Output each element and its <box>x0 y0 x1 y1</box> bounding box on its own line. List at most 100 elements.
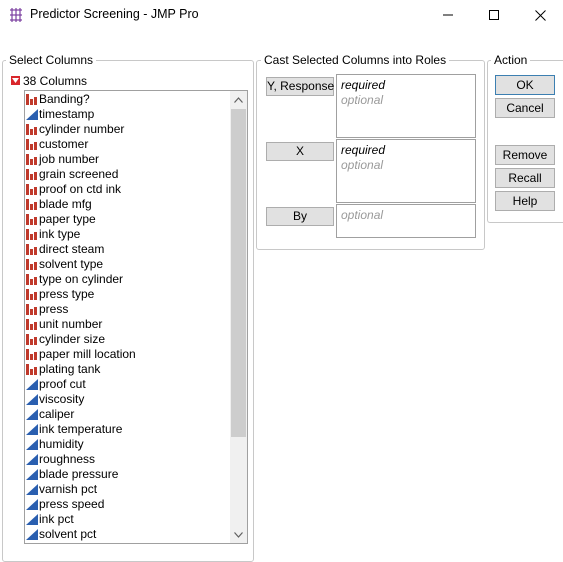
column-label: unit number <box>39 317 103 331</box>
column-label: proof on ctd ink <box>39 182 122 196</box>
y-response-role-box[interactable]: required optional <box>336 74 476 138</box>
column-label: cylinder size <box>39 332 106 346</box>
column-list-item[interactable]: grain screened <box>25 167 228 182</box>
continuous-triangle-icon <box>26 498 38 510</box>
column-list-item[interactable]: type on cylinder <box>25 272 228 287</box>
continuous-triangle-icon <box>26 483 38 495</box>
y-required-text: required <box>341 78 386 92</box>
column-label: ink type <box>39 227 81 241</box>
column-label: Banding? <box>39 92 90 106</box>
continuous-triangle-icon <box>26 408 38 420</box>
recall-button[interactable]: Recall <box>495 168 555 188</box>
by-button[interactable]: By <box>266 207 334 226</box>
columns-scrollbar[interactable] <box>230 91 247 543</box>
column-label: blade pressure <box>39 467 119 481</box>
columns-listbox[interactable]: Banding? timestamp cylinder number customer… <box>24 90 248 544</box>
column-list-item[interactable]: caliper <box>25 407 228 422</box>
column-list-item[interactable]: blade mfg <box>25 197 228 212</box>
column-label: plating tank <box>39 362 101 376</box>
scroll-thumb[interactable] <box>231 109 246 437</box>
column-list-item[interactable]: press speed <box>25 497 228 512</box>
column-list-item[interactable]: press type <box>25 287 228 302</box>
nominal-bars-icon <box>26 228 38 240</box>
scroll-down-icon[interactable] <box>230 526 247 543</box>
column-list-item[interactable]: proof cut <box>25 377 228 392</box>
x-role-box[interactable]: required optional <box>336 139 476 203</box>
continuous-triangle-icon <box>26 453 38 465</box>
x-button[interactable]: X <box>266 142 334 161</box>
nominal-bars-icon <box>26 153 38 165</box>
by-optional-text: optional <box>341 208 384 222</box>
column-label: customer <box>39 137 89 151</box>
nominal-bars-icon <box>26 303 38 315</box>
nominal-bars-icon <box>26 168 38 180</box>
column-list-item[interactable]: varnish pct <box>25 482 228 497</box>
column-label: ink pct <box>39 512 74 526</box>
column-list-item[interactable]: customer <box>25 137 228 152</box>
help-button[interactable]: Help <box>495 191 555 211</box>
jmp-app-icon <box>8 7 24 23</box>
column-list-item[interactable]: unit number <box>25 317 228 332</box>
columns-count-label: 38 Columns <box>23 74 88 88</box>
column-list-item[interactable]: roughness <box>25 452 228 467</box>
column-label: roughness <box>39 452 96 466</box>
continuous-triangle-icon <box>26 423 38 435</box>
column-list-item[interactable]: direct steam <box>25 242 228 257</box>
nominal-bars-icon <box>26 273 38 285</box>
continuous-triangle-icon <box>26 438 38 450</box>
scroll-up-icon[interactable] <box>230 91 247 108</box>
action-group-title: Action <box>491 53 531 67</box>
nominal-bars-icon <box>26 318 38 330</box>
column-label: caliper <box>39 407 75 421</box>
column-label: type on cylinder <box>39 272 124 286</box>
column-list-item[interactable]: cylinder number <box>25 122 228 137</box>
column-label: blade mfg <box>39 197 92 211</box>
column-list-item[interactable]: viscosity <box>25 392 228 407</box>
roles-group-title: Cast Selected Columns into Roles <box>261 53 450 67</box>
remove-button[interactable]: Remove <box>495 145 555 165</box>
disclosure-triangle-icon[interactable] <box>11 76 20 85</box>
column-list-item[interactable]: job number <box>25 152 228 167</box>
maximize-icon[interactable] <box>471 0 517 30</box>
column-label: ink temperature <box>39 422 123 436</box>
column-list-item[interactable]: cylinder size <box>25 332 228 347</box>
title-bar: Predictor Screening - JMP Pro <box>0 0 563 30</box>
column-list-item[interactable]: paper mill location <box>25 347 228 362</box>
nominal-bars-icon <box>26 363 38 375</box>
by-role-box[interactable]: optional <box>336 204 476 238</box>
column-label: proof cut <box>39 377 86 391</box>
y-response-button[interactable]: Y, Response <box>266 77 334 96</box>
column-list-item[interactable]: ink type <box>25 227 228 242</box>
column-list-item[interactable]: blade pressure <box>25 467 228 482</box>
nominal-bars-icon <box>26 138 38 150</box>
column-list-item[interactable]: Banding? <box>25 92 228 107</box>
column-label: timestamp <box>39 107 95 121</box>
column-list-item[interactable]: timestamp <box>25 107 228 122</box>
column-list-item[interactable]: ink temperature <box>25 422 228 437</box>
column-label: cylinder number <box>39 122 125 136</box>
continuous-triangle-icon <box>26 513 38 525</box>
column-list-item[interactable]: paper type <box>25 212 228 227</box>
column-list-item[interactable]: solvent pct <box>25 527 228 542</box>
x-required-text: required <box>341 143 386 157</box>
nominal-bars-icon <box>26 198 38 210</box>
close-icon[interactable] <box>517 0 563 30</box>
continuous-triangle-icon <box>26 468 38 480</box>
column-list-item[interactable]: humidity <box>25 437 228 452</box>
column-label: varnish pct <box>39 482 98 496</box>
nominal-bars-icon <box>26 258 38 270</box>
column-label: humidity <box>39 437 84 451</box>
nominal-bars-icon <box>26 123 38 135</box>
column-label: press speed <box>39 497 105 511</box>
column-list-item[interactable]: solvent type <box>25 257 228 272</box>
column-list-item[interactable]: plating tank <box>25 362 228 377</box>
column-label: solvent pct <box>39 527 97 541</box>
column-list-item[interactable]: proof on ctd ink <box>25 182 228 197</box>
minimize-icon[interactable] <box>425 0 471 30</box>
column-label: direct steam <box>39 242 105 256</box>
column-list-item[interactable]: ink pct <box>25 512 228 527</box>
column-list-item[interactable]: press <box>25 302 228 317</box>
column-label: press type <box>39 287 95 301</box>
cancel-button[interactable]: Cancel <box>495 98 555 118</box>
ok-button[interactable]: OK <box>495 75 555 95</box>
